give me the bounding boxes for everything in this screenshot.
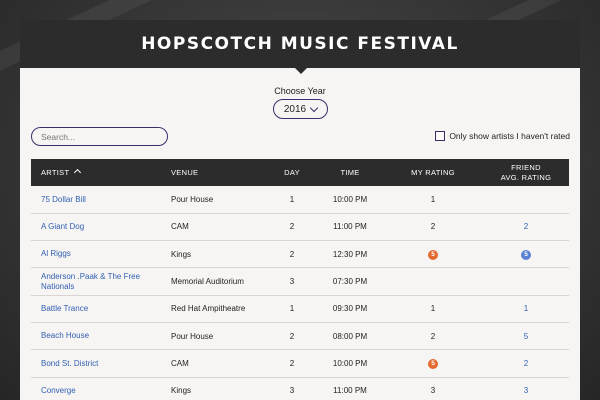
artist-link[interactable]: Converge <box>31 377 149 400</box>
table-header-row: ARTIST VENUE DAY TIME MY RATING FRIEND AV… <box>31 159 569 186</box>
my-rating-cell[interactable] <box>383 268 483 295</box>
time-cell: 07:30 PM <box>332 277 368 287</box>
venue-cell: Memorial Auditorium <box>171 277 244 287</box>
day-cell: 1 <box>289 194 295 204</box>
my-rating-cell[interactable]: 1 <box>383 295 483 322</box>
day-cell: 3 <box>289 277 295 287</box>
unrated-filter-label: Only show artists I haven't rated <box>449 131 570 141</box>
artist-link[interactable]: Al Riggs <box>31 241 149 268</box>
time-cell: 10:00 PM <box>332 194 368 204</box>
my-rating-cell[interactable]: 5 <box>383 350 483 377</box>
table-row: Bond St. District CAM 2 10:00 PM 5 2 <box>31 350 569 378</box>
sort-ascending-icon <box>74 168 82 176</box>
artist-link[interactable]: Battle Trance <box>31 295 149 322</box>
my-rating-column-header[interactable]: MY RATING <box>383 159 483 186</box>
friend-rating-cell[interactable]: 1 <box>483 295 569 322</box>
venue-cell: Kings <box>171 249 192 259</box>
table-row: Converge Kings 3 11:00 PM 3 3 <box>31 377 569 400</box>
venue-cell: CAM <box>171 222 189 232</box>
festival-panel: HOPSCOTCH MUSIC FESTIVAL Choose Year 201… <box>20 20 580 400</box>
table-row: 75 Dollar Bill Pour House 1 10:00 PM 1 <box>31 186 569 214</box>
friend-rating-column-header[interactable]: FRIEND AVG. RATING <box>483 159 569 186</box>
venue-cell: Pour House <box>171 194 214 204</box>
friend-rating-cell[interactable]: 2 <box>483 213 569 240</box>
time-cell: 11:00 PM <box>333 386 367 396</box>
time-cell: 12:30 PM <box>332 249 368 259</box>
my-rating-cell[interactable]: 3 <box>383 377 483 400</box>
time-cell: 10:00 PM <box>332 358 368 368</box>
table-row: Beach House Pour House 2 08:00 PM 2 5 <box>31 322 569 350</box>
time-cell: 08:00 PM <box>332 331 368 341</box>
time-cell: 09:30 PM <box>332 304 368 314</box>
rating-badge: 5 <box>428 358 438 369</box>
header-pointer <box>295 68 307 74</box>
year-select[interactable]: 2016 <box>273 99 328 119</box>
friend-rating-cell[interactable]: 5 <box>483 322 569 349</box>
venue-cell: CAM <box>171 358 189 368</box>
venue-cell: Pour House <box>171 331 214 341</box>
my-rating-cell[interactable]: 1 <box>383 186 483 213</box>
chevron-down-icon <box>309 103 319 112</box>
artist-column-header[interactable]: ARTIST <box>31 159 149 186</box>
table-row: Battle Trance Red Hat Ampitheatre 1 09:30 P… <box>31 295 569 323</box>
artist-table: ARTIST VENUE DAY TIME MY RATING FRIEND AV… <box>31 159 569 400</box>
artist-link[interactable]: 75 Dollar Bill <box>31 186 149 213</box>
friend-rating-cell[interactable]: 2 <box>483 350 569 377</box>
table-row: A Giant Dog CAM 2 11:00 PM 2 2 <box>31 213 569 241</box>
day-cell: 2 <box>289 358 295 368</box>
time-cell: 11:00 PM <box>333 222 367 232</box>
page-header: HOPSCOTCH MUSIC FESTIVAL <box>20 20 580 74</box>
rating-badge: 5 <box>428 249 438 260</box>
friend-rating-cell[interactable] <box>483 186 569 213</box>
day-cell: 1 <box>289 304 295 314</box>
unrated-checkbox[interactable] <box>435 131 446 141</box>
page-title: HOPSCOTCH MUSIC FESTIVAL <box>141 34 459 54</box>
day-cell: 3 <box>289 386 295 396</box>
day-cell: 2 <box>289 249 295 259</box>
my-rating-cell[interactable]: 2 <box>383 322 483 349</box>
day-cell: 2 <box>289 331 295 341</box>
artist-link[interactable]: Bond St. District <box>31 350 149 377</box>
artist-link[interactable]: Anderson .Paak & The Free Nationals <box>31 268 149 295</box>
friend-rating-cell[interactable] <box>483 268 569 295</box>
year-label: Choose Year <box>274 86 326 96</box>
rating-badge: 5 <box>521 249 531 260</box>
time-column-header[interactable]: TIME <box>317 159 383 186</box>
day-cell: 2 <box>289 222 295 232</box>
search-input[interactable] <box>31 127 168 146</box>
my-rating-cell[interactable]: 5 <box>383 241 483 268</box>
friend-rating-cell[interactable]: 3 <box>483 377 569 400</box>
year-value: 2016 <box>283 103 307 115</box>
unrated-filter[interactable]: Only show artists I haven't rated <box>435 131 570 141</box>
artist-link[interactable]: Beach House <box>31 322 149 349</box>
table-row: Anderson .Paak & The Free Nationals Memor… <box>31 268 569 296</box>
table-row: Al Riggs Kings 2 12:30 PM 5 5 <box>31 241 569 268</box>
venue-cell: Kings <box>171 386 192 396</box>
friend-rating-cell[interactable]: 5 <box>483 241 569 268</box>
venue-column-header[interactable]: VENUE <box>149 159 267 186</box>
day-column-header[interactable]: DAY <box>267 159 317 186</box>
my-rating-cell[interactable]: 2 <box>383 213 483 240</box>
venue-cell: Red Hat Ampitheatre <box>171 304 246 314</box>
artist-link[interactable]: A Giant Dog <box>31 213 149 240</box>
